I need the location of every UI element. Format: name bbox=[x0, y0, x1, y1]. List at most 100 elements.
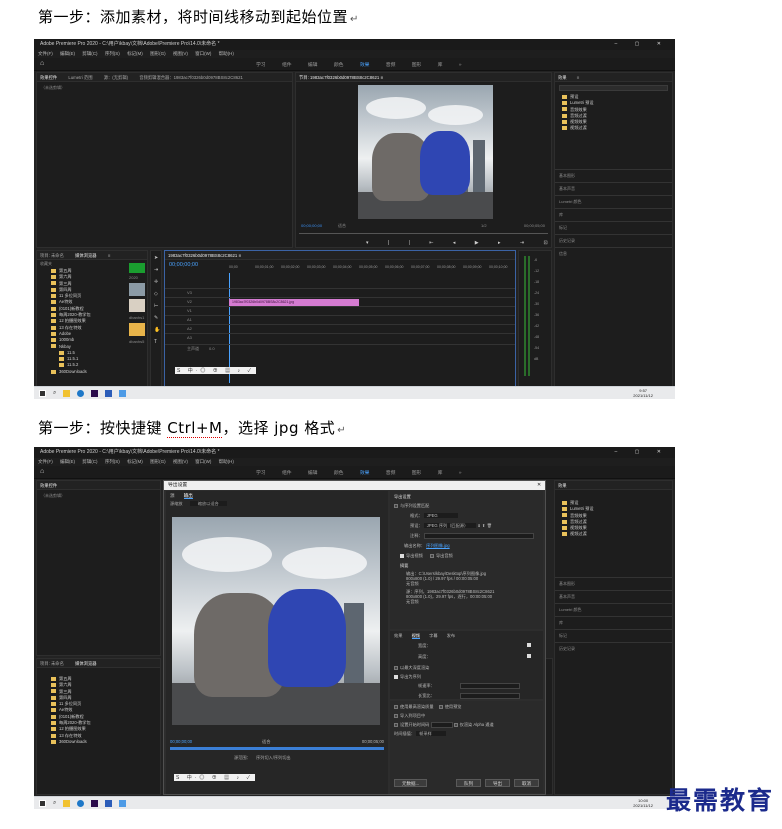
razor-tool-icon[interactable]: ◇ bbox=[154, 291, 158, 297]
queue-button[interactable]: 队列 bbox=[456, 779, 481, 787]
side-panel-libraries[interactable]: 库 bbox=[555, 208, 672, 221]
export-range-bar[interactable] bbox=[170, 747, 384, 750]
project-menu-icon[interactable]: ≡ bbox=[108, 253, 111, 258]
premiere-icon[interactable] bbox=[91, 389, 99, 397]
menu-window[interactable]: 窗口(W) bbox=[195, 459, 211, 464]
premiere-icon[interactable] bbox=[91, 799, 99, 807]
import-project-checkbox[interactable] bbox=[394, 713, 398, 718]
thumbnail-image[interactable] bbox=[129, 283, 145, 296]
ws-tab-more[interactable]: » bbox=[459, 471, 462, 476]
ws-tab-editing[interactable]: 编辑 bbox=[308, 471, 318, 476]
ws-tab-color[interactable]: 颜色 bbox=[334, 471, 344, 476]
program-scrubber[interactable] bbox=[299, 233, 548, 234]
menu-clip[interactable]: 剪辑(C) bbox=[82, 51, 97, 56]
tab-project[interactable]: 项目: 未命名 bbox=[40, 253, 64, 258]
home-icon[interactable]: ⌂ bbox=[40, 468, 44, 475]
thumbnail-image[interactable] bbox=[129, 263, 145, 273]
side-panel-essential-sound[interactable]: 基本声音 bbox=[555, 590, 672, 603]
ws-tab-graphics[interactable]: 图形 bbox=[412, 471, 422, 476]
side-panel-info[interactable]: 信息 bbox=[555, 247, 672, 260]
tab-source[interactable]: 源：(无剪辑) bbox=[104, 75, 128, 80]
delete-preset-icon[interactable]: 🗑 bbox=[487, 523, 492, 528]
export-as-seq-checkbox[interactable] bbox=[394, 674, 398, 679]
tab-effects[interactable]: 效果 bbox=[558, 75, 567, 80]
tab-source-view[interactable]: 源 bbox=[170, 493, 175, 498]
folder-item[interactable]: 360Downloads bbox=[51, 739, 160, 745]
side-panel-history[interactable]: 历史记录 bbox=[555, 642, 672, 655]
menu-graphics[interactable]: 图形(G) bbox=[150, 459, 166, 464]
side-panel-essential-graphics[interactable]: 基本图形 bbox=[555, 169, 672, 182]
file-explorer-icon[interactable] bbox=[63, 799, 71, 807]
program-timecode-left[interactable]: 00;00;00;00 bbox=[301, 223, 322, 228]
ws-tab-editing[interactable]: 编辑 bbox=[308, 63, 318, 68]
set-timecode-checkbox[interactable] bbox=[394, 723, 398, 727]
tab-effects[interactable]: 效果 bbox=[558, 483, 567, 488]
menu-window[interactable]: 窗口(W) bbox=[195, 51, 211, 56]
max-quality-checkbox[interactable] bbox=[394, 704, 398, 709]
menu-file[interactable]: 文件(F) bbox=[38, 51, 53, 56]
ws-tab-color[interactable]: 颜色 bbox=[334, 63, 344, 68]
windows-start-icon[interactable] bbox=[39, 389, 46, 397]
sequence-timecode[interactable]: 00;00;00;00 bbox=[169, 262, 198, 268]
settings-tab-video[interactable]: 视频 bbox=[411, 633, 420, 639]
effects-search-input[interactable] bbox=[559, 85, 668, 91]
word-icon[interactable] bbox=[105, 799, 113, 807]
ws-tab-audio[interactable]: 音频 bbox=[386, 471, 396, 476]
menu-sequence[interactable]: 序列(S) bbox=[105, 51, 120, 56]
selection-tool-icon[interactable]: ➤ bbox=[154, 255, 158, 261]
menu-graphics[interactable]: 图形(G) bbox=[150, 51, 166, 56]
output-name-link[interactable]: 序列图像.jpg bbox=[426, 543, 450, 548]
source-range-dropdown[interactable]: 序列切入/序列切出 bbox=[256, 755, 291, 760]
ws-tab-audio[interactable]: 音频 bbox=[386, 63, 396, 68]
tab-effect-controls[interactable]: 效果控件 bbox=[40, 483, 57, 488]
app-icon[interactable] bbox=[119, 389, 127, 397]
app-icon[interactable] bbox=[119, 799, 127, 807]
tab-media-browser[interactable]: 媒体浏览器 bbox=[75, 661, 96, 666]
window-controls[interactable]: – ▢ ✕ bbox=[615, 447, 669, 458]
menu-edit[interactable]: 编辑(E) bbox=[60, 459, 75, 464]
menu-edit[interactable]: 编辑(E) bbox=[60, 51, 75, 56]
ws-tab-more[interactable]: » bbox=[459, 63, 462, 68]
export-audio-checkbox[interactable] bbox=[429, 554, 434, 558]
menu-marker[interactable]: 标记(M) bbox=[127, 51, 143, 56]
export-fit-dropdown[interactable]: 适合 bbox=[262, 739, 270, 745]
export-as-seq-row[interactable]: 导出为序列 bbox=[390, 671, 543, 680]
menu-file[interactable]: 文件(F) bbox=[38, 459, 53, 464]
import-project-row[interactable]: 导入到项目中 bbox=[394, 713, 539, 719]
type-tool-icon[interactable]: T bbox=[154, 339, 157, 345]
tab-audio-mixer[interactable]: 音频剪辑混合器：1983ac7f0326b0d0978BS8c2C8621 bbox=[139, 75, 243, 80]
program-quality-dropdown[interactable]: 1/2 bbox=[481, 223, 487, 228]
side-panel-libraries[interactable]: 库 bbox=[555, 616, 672, 629]
ws-tab-effects[interactable]: 效果 bbox=[360, 471, 370, 476]
menu-help[interactable]: 帮助(H) bbox=[219, 51, 234, 56]
effects-item[interactable]: 视频过渡 bbox=[562, 531, 672, 537]
tab-output-view[interactable]: 输出 bbox=[183, 493, 193, 499]
side-panel-markers[interactable]: 标记 bbox=[555, 629, 672, 642]
ws-tab-assembly[interactable]: 组件 bbox=[282, 471, 292, 476]
comments-input[interactable] bbox=[423, 533, 534, 539]
render-max-row[interactable]: 以最大深度渲染 bbox=[390, 660, 543, 671]
track-select-tool-icon[interactable]: ⇥ bbox=[154, 267, 158, 273]
side-panel-lumetri-color[interactable]: Lumetri 颜色 bbox=[555, 603, 672, 616]
cancel-button[interactable]: 取消 bbox=[514, 779, 539, 787]
ime-toolbar[interactable]: S 中·◎ ⊕ ▦ ♪ ✓ bbox=[175, 367, 256, 374]
tab-effect-controls[interactable]: 效果控件 bbox=[40, 75, 57, 80]
ws-tab-assembly[interactable]: 组件 bbox=[282, 63, 292, 68]
browser-icon[interactable] bbox=[77, 389, 85, 397]
time-interp-dropdown[interactable]: 帧采样 bbox=[416, 731, 446, 737]
tab-project[interactable]: 项目: 未命名 bbox=[40, 661, 64, 666]
timecode-field[interactable] bbox=[430, 722, 453, 728]
window-controls[interactable]: – ▢ ✕ bbox=[615, 39, 669, 50]
ws-tab-learn[interactable]: 学习 bbox=[256, 63, 266, 68]
ws-tab-effects[interactable]: 效果 bbox=[360, 63, 370, 68]
sequence-tab[interactable]: 1983ac7f0326b0d0978BS8c2C8621 ≡ bbox=[168, 253, 241, 258]
menu-help[interactable]: 帮助(H) bbox=[219, 459, 234, 464]
side-panel-markers[interactable]: 标记 bbox=[555, 221, 672, 234]
side-panel-essential-sound[interactable]: 基本声音 bbox=[555, 182, 672, 195]
tab-lumetri-scopes[interactable]: Lumetri 范围 bbox=[68, 75, 92, 80]
settings-tab-captions[interactable]: 字幕 bbox=[429, 633, 437, 638]
close-icon[interactable]: ✕ bbox=[537, 481, 541, 490]
tab-media-browser[interactable]: 媒体浏览器 bbox=[75, 253, 96, 258]
program-fit-dropdown[interactable]: 适合 bbox=[338, 223, 346, 229]
slip-tool-icon[interactable]: ⊢ bbox=[154, 303, 158, 309]
